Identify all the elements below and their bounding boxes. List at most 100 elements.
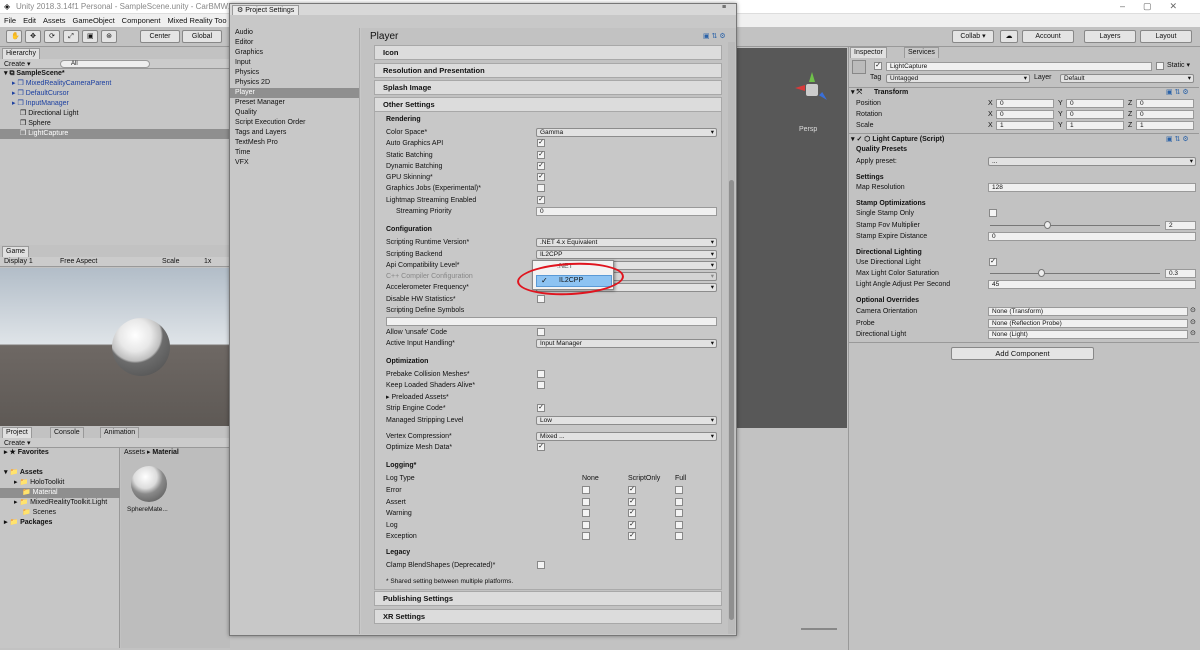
apply-preset-select[interactable]: ... — [988, 157, 1196, 166]
scripting-backend-select[interactable]: IL2CPP — [536, 250, 717, 259]
log-option-checkbox[interactable] — [675, 509, 683, 517]
account-button[interactable]: Account — [1022, 30, 1074, 43]
folder-item[interactable]: ▸ 📁 MixedRealityToolkit.Light — [14, 498, 107, 508]
dynamic-batching-checkbox[interactable]: ✓ — [537, 162, 545, 170]
vertex-compression-select[interactable]: Mixed ... — [536, 432, 717, 441]
script-header[interactable]: ▾ ✓ ⬡ Light Capture (Script) — [851, 135, 944, 145]
settings-nav-item[interactable]: VFX — [230, 158, 359, 168]
breadcrumb-assets[interactable]: Assets — [124, 449, 145, 456]
log-option-checkbox[interactable]: ✓ — [628, 520, 636, 529]
settings-nav-item[interactable]: Script Execution Order — [230, 118, 359, 128]
zoom-slider[interactable] — [801, 628, 837, 630]
display-select[interactable]: Display 1 — [4, 258, 33, 265]
map-resolution-input[interactable]: 128 — [988, 183, 1196, 192]
max-saturation-input[interactable]: 0.3 — [1165, 269, 1196, 278]
gpu-skinning-checkbox[interactable]: ✓ — [537, 173, 545, 181]
log-option-checkbox[interactable]: ✓ — [628, 497, 636, 506]
settings-nav-item[interactable]: Physics 2D — [230, 78, 359, 88]
settings-nav-item[interactable]: TextMesh Pro — [230, 138, 359, 148]
define-symbols-input[interactable] — [386, 317, 717, 326]
static-checkbox[interactable] — [1156, 62, 1164, 70]
component-menu-icon[interactable]: ▣ ⇅ ⚙ — [1166, 88, 1189, 96]
hierarchy-item[interactable]: ▸ ❒ DefaultCursor — [12, 89, 69, 99]
settings-nav-item[interactable]: Time — [230, 148, 359, 158]
settings-nav-item[interactable]: Input — [230, 58, 359, 68]
project-packages[interactable]: ▸ 📁 Packages — [4, 518, 52, 528]
object-picker-icon[interactable]: ⊙ — [1190, 306, 1196, 314]
layers-button[interactable]: Layers — [1084, 30, 1136, 43]
menu-item[interactable]: GameObject — [73, 16, 115, 25]
transform-rotation-y-input[interactable]: 0 — [1066, 110, 1124, 119]
settings-title-tab[interactable]: ⚙ Project Settings — [232, 5, 300, 15]
dir-light-field[interactable]: None (Light) — [988, 330, 1188, 339]
unsafe-code-checkbox[interactable] — [537, 328, 545, 336]
menu-item[interactable]: File — [4, 16, 16, 25]
transform-header[interactable]: ▾ ⤧ Transform — [851, 88, 908, 98]
aspect-select[interactable]: Free Aspect — [60, 258, 97, 265]
rotate-tool-icon[interactable]: ⟳ — [44, 30, 60, 43]
settings-nav-item[interactable]: Audio — [230, 28, 359, 38]
settings-scrollbar-thumb[interactable] — [729, 180, 734, 620]
color-space-select[interactable]: Gamma — [536, 128, 717, 137]
log-option-checkbox[interactable] — [675, 532, 683, 540]
use-dir-light-checkbox[interactable]: ✓ — [989, 258, 997, 266]
input-handling-select[interactable]: Input Manager — [536, 339, 717, 348]
menu-item[interactable]: Component — [122, 16, 161, 25]
script-menu-icon[interactable]: ▣ ⇅ ⚙ — [1166, 135, 1189, 143]
add-component-button[interactable]: Add Component — [951, 347, 1094, 360]
hierarchy-search-input[interactable]: All — [60, 60, 150, 68]
hierarchy-item[interactable]: ❒ Sphere — [20, 119, 51, 129]
auto-graphics-checkbox[interactable]: ✓ — [537, 139, 545, 147]
stripping-level-select[interactable]: Low — [536, 416, 717, 425]
layer-select[interactable]: Default — [1060, 74, 1194, 83]
streaming-priority-input[interactable]: 0 — [536, 207, 717, 216]
hierarchy-item[interactable]: ▸ ❒ MixedRealityCameraParent — [12, 79, 111, 89]
settings-nav-item[interactable]: Player — [230, 88, 359, 98]
settings-nav-item[interactable]: Physics — [230, 68, 359, 78]
window-controls-icon[interactable]: –▢✕ — [1120, 1, 1195, 12]
scene-gizmo-icon[interactable] — [793, 70, 833, 110]
game-viewport[interactable] — [0, 268, 230, 426]
tag-select[interactable]: Untagged — [886, 74, 1030, 83]
preloaded-assets-foldout[interactable]: ▸ Preloaded Assets* — [386, 393, 449, 402]
keep-shaders-checkbox[interactable] — [537, 381, 545, 389]
scene-viewport[interactable]: Persp — [737, 48, 847, 428]
transform-scale-y-input[interactable]: 1 — [1066, 121, 1124, 130]
material-thumbnail[interactable] — [131, 466, 167, 502]
hand-tool-icon[interactable]: ✋ — [6, 30, 22, 43]
hierarchy-item[interactable]: ▸ ❒ InputManager — [12, 99, 69, 109]
transform-tool-icon[interactable]: ⊛ — [101, 30, 117, 43]
probe-field[interactable]: None (Reflection Probe) — [988, 319, 1188, 328]
tab-game[interactable]: Game — [2, 246, 30, 257]
log-option-checkbox[interactable] — [582, 497, 590, 506]
collab-button[interactable]: Collab ▾ — [952, 30, 994, 43]
single-stamp-checkbox[interactable] — [989, 209, 997, 217]
log-option-checkbox[interactable] — [582, 509, 590, 517]
menu-item[interactable]: Mixed Reality Too — [167, 16, 226, 25]
tab-hierarchy[interactable]: Hierarchy — [2, 48, 40, 59]
hierarchy-create-button[interactable]: Create ▾ — [4, 60, 30, 68]
runtime-version-select[interactable]: .NET 4.x Equivalent — [536, 238, 717, 247]
tab-inspector[interactable]: Inspector — [850, 47, 887, 58]
section-splash[interactable]: Splash Image — [374, 80, 722, 95]
section-icon[interactable]: Icon — [374, 45, 722, 60]
breadcrumb-material[interactable]: Material — [152, 449, 178, 456]
rect-tool-icon[interactable]: ▣ — [82, 30, 98, 43]
log-option-checkbox[interactable]: ✓ — [628, 486, 636, 494]
settings-nav-item[interactable]: Graphics — [230, 48, 359, 58]
fov-multiplier-input[interactable]: 2 — [1165, 221, 1196, 230]
static-batching-checkbox[interactable]: ✓ — [537, 151, 545, 159]
section-resolution[interactable]: Resolution and Presentation — [374, 63, 722, 78]
transform-position-z-input[interactable]: 0 — [1136, 99, 1194, 108]
log-option-checkbox[interactable] — [675, 520, 683, 529]
pivot-global-button[interactable]: Global — [182, 30, 222, 43]
settings-menu-icon[interactable]: ≡ — [722, 4, 726, 11]
settings-scrollbar-track[interactable] — [728, 42, 735, 634]
scale-tool-icon[interactable]: ⤢ — [63, 30, 79, 43]
hierarchy-item[interactable]: ❒ Directional Light — [20, 109, 78, 119]
settings-nav-item[interactable]: Preset Manager — [230, 98, 359, 108]
transform-scale-z-input[interactable]: 1 — [1136, 121, 1194, 130]
object-picker-icon[interactable]: ⊙ — [1190, 318, 1196, 326]
help-icon[interactable]: ▣ ⇅ ⚙ — [703, 32, 726, 40]
object-name-input[interactable]: LightCapture — [886, 62, 1152, 71]
